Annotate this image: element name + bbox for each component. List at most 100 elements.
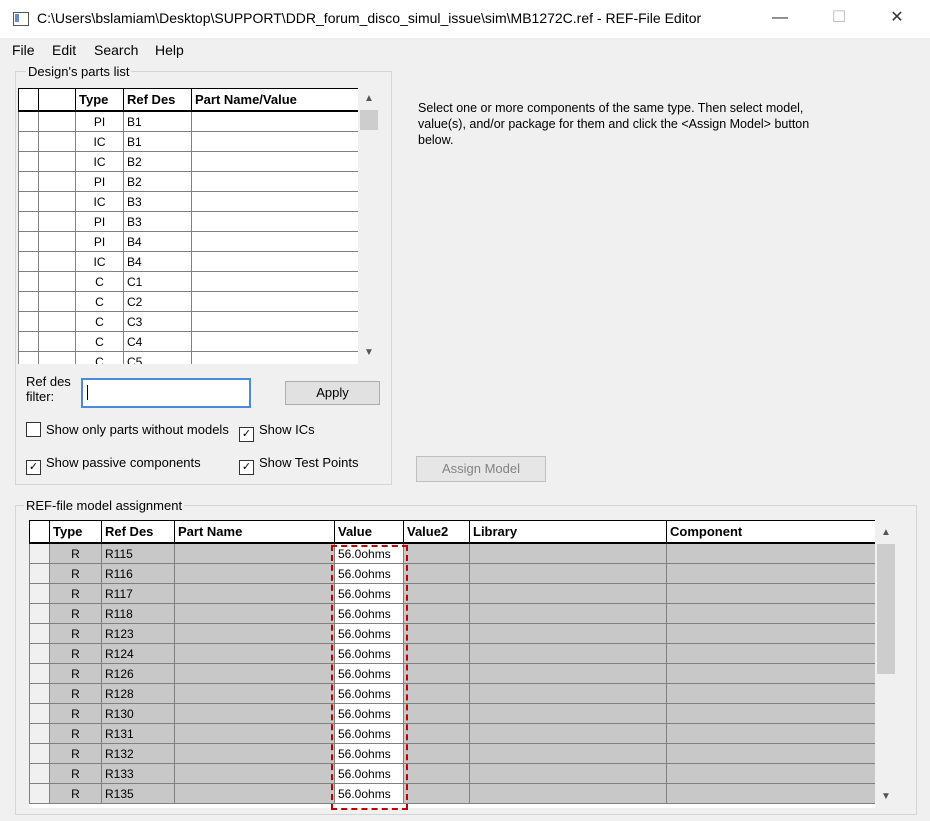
cell-value[interactable]: 56.0ohms	[334, 643, 404, 664]
model-header-selector[interactable]	[29, 520, 50, 544]
model-header-value2[interactable]: Value2	[403, 520, 470, 544]
table-row[interactable]: PI B2	[18, 171, 359, 192]
cell-value2[interactable]	[403, 583, 470, 604]
table-row[interactable]: R R133 56.0ohms	[29, 763, 876, 784]
cell-type[interactable]: R	[49, 542, 102, 564]
row-selector[interactable]	[29, 643, 50, 664]
show-without-models-checkbox[interactable]: Show only parts without models	[26, 422, 229, 440]
cell-part-name[interactable]	[191, 191, 359, 212]
cell-type[interactable]: R	[49, 663, 102, 684]
cell-value[interactable]: 56.0ohms	[334, 623, 404, 644]
table-row[interactable]: R R135 56.0ohms	[29, 783, 876, 804]
cell-part-name[interactable]	[191, 271, 359, 292]
table-row[interactable]: IC B4	[18, 251, 359, 272]
row-selector[interactable]	[18, 291, 39, 312]
cell-part-name[interactable]	[174, 763, 335, 784]
cell-ref-des[interactable]: B2	[123, 171, 192, 192]
row-selector[interactable]	[29, 743, 50, 764]
cell-ref-des[interactable]: C4	[123, 331, 192, 352]
cell-library[interactable]	[469, 723, 667, 744]
cell-ref-des[interactable]: R128	[101, 683, 175, 704]
cell-value[interactable]: 56.0ohms	[334, 583, 404, 604]
cell-value[interactable]: 56.0ohms	[334, 563, 404, 584]
row-selector[interactable]	[29, 783, 50, 804]
cell-library[interactable]	[469, 563, 667, 584]
cell-value2[interactable]	[403, 542, 470, 564]
model-header-ref-des[interactable]: Ref Des	[101, 520, 175, 544]
cell-type[interactable]: R	[49, 743, 102, 764]
cell-type[interactable]: C	[75, 291, 124, 312]
parts-header-ref-des[interactable]: Ref Des	[123, 88, 192, 112]
cell-type[interactable]: C	[75, 331, 124, 352]
cell-part-name[interactable]	[174, 603, 335, 624]
row-selector[interactable]	[18, 151, 39, 172]
table-row[interactable]: R R116 56.0ohms	[29, 563, 876, 584]
model-header-value[interactable]: Value	[334, 520, 404, 544]
menu-help[interactable]: Help	[155, 42, 184, 58]
cell-type[interactable]: R	[49, 703, 102, 724]
row-selector[interactable]	[18, 251, 39, 272]
table-row[interactable]: R R132 56.0ohms	[29, 743, 876, 764]
checkmark-icon[interactable]: ✓	[239, 427, 254, 442]
cell-part-name[interactable]	[191, 231, 359, 252]
parts-header-selector[interactable]	[18, 88, 39, 112]
cell-component[interactable]	[666, 663, 876, 684]
cell-value2[interactable]	[403, 683, 470, 704]
assign-model-button[interactable]: Assign Model	[416, 456, 546, 482]
cell-type[interactable]: R	[49, 583, 102, 604]
row-selector[interactable]	[18, 131, 39, 152]
cell-component[interactable]	[666, 542, 876, 564]
table-row[interactable]: C C5	[18, 351, 359, 364]
cell-value[interactable]: 56.0ohms	[334, 763, 404, 784]
cell-ref-des[interactable]: R135	[101, 783, 175, 804]
model-header-part-name[interactable]: Part Name	[174, 520, 335, 544]
cell-ref-des[interactable]: R115	[101, 542, 175, 564]
cell-ref-des[interactable]: C5	[123, 351, 192, 364]
parts-grid-scrollbar[interactable]: ▲ ▼	[358, 88, 380, 364]
row-selector[interactable]	[18, 271, 39, 292]
cell-part-name[interactable]	[191, 211, 359, 232]
cell-type[interactable]: PI	[75, 171, 124, 192]
cell-value[interactable]: 56.0ohms	[334, 783, 404, 804]
table-row[interactable]: R R118 56.0ohms	[29, 603, 876, 624]
cell-value[interactable]: 56.0ohms	[334, 603, 404, 624]
cell-ref-des[interactable]: R123	[101, 623, 175, 644]
cell-ref-des[interactable]: R133	[101, 763, 175, 784]
cell-part-name[interactable]	[174, 703, 335, 724]
cell-type[interactable]: R	[49, 783, 102, 804]
cell-component[interactable]	[666, 623, 876, 644]
table-row[interactable]: R R126 56.0ohms	[29, 663, 876, 684]
cell-library[interactable]	[469, 663, 667, 684]
checkbox-box[interactable]	[26, 422, 41, 437]
table-row[interactable]: PI B1	[18, 110, 359, 132]
cell-component[interactable]	[666, 743, 876, 764]
cell-part-name[interactable]	[174, 683, 335, 704]
table-row[interactable]: C C4	[18, 331, 359, 352]
cell-ref-des[interactable]: C3	[123, 311, 192, 332]
cell-type[interactable]: R	[49, 603, 102, 624]
cell-component[interactable]	[666, 583, 876, 604]
cell-ref-des[interactable]: R124	[101, 643, 175, 664]
cell-library[interactable]	[469, 783, 667, 804]
row-selector[interactable]	[18, 191, 39, 212]
cell-ref-des[interactable]: R126	[101, 663, 175, 684]
table-row[interactable]: R R124 56.0ohms	[29, 643, 876, 664]
cell-component[interactable]	[666, 683, 876, 704]
cell-type[interactable]: R	[49, 763, 102, 784]
row-selector[interactable]	[18, 231, 39, 252]
cell-part-name[interactable]	[174, 542, 335, 564]
table-row[interactable]: IC B3	[18, 191, 359, 212]
table-row[interactable]: R R131 56.0ohms	[29, 723, 876, 744]
close-button[interactable]: ✕	[877, 4, 917, 32]
cell-library[interactable]	[469, 603, 667, 624]
cell-type[interactable]: C	[75, 351, 124, 364]
row-selector[interactable]	[29, 763, 50, 784]
table-row[interactable]: C C2	[18, 291, 359, 312]
cell-component[interactable]	[666, 703, 876, 724]
model-header-component[interactable]: Component	[666, 520, 876, 544]
row-selector[interactable]	[18, 171, 39, 192]
cell-value[interactable]: 56.0ohms	[334, 743, 404, 764]
cell-type[interactable]: R	[49, 563, 102, 584]
cell-ref-des[interactable]: B1	[123, 110, 192, 132]
cell-component[interactable]	[666, 763, 876, 784]
